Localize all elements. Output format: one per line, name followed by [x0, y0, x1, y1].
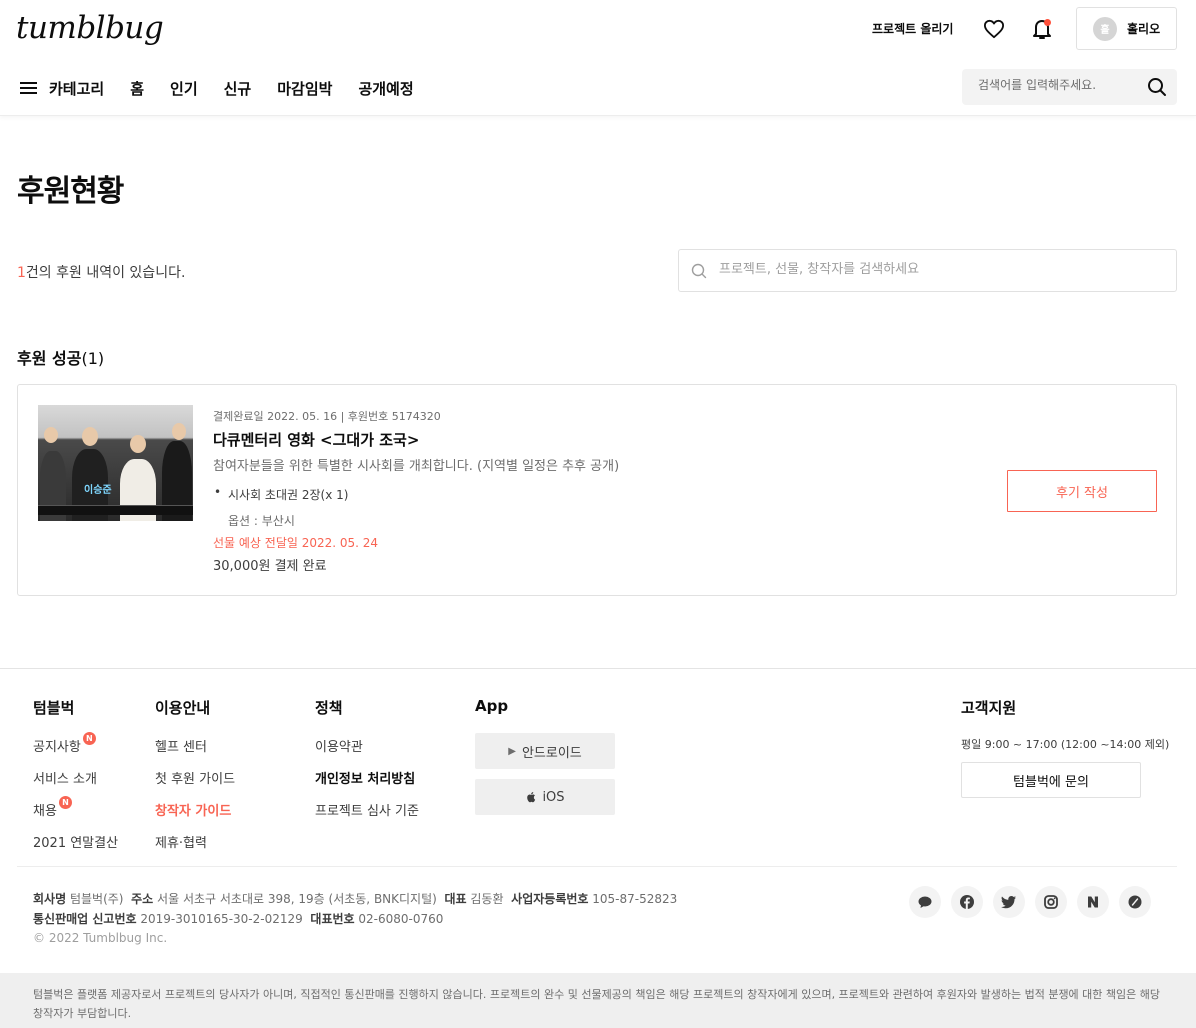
project-thumbnail[interactable]: 이승준: [38, 405, 193, 521]
reward-option: 옵션 : 부산시: [228, 514, 295, 528]
notification-button[interactable]: [1031, 17, 1053, 41]
play-icon: ▶: [508, 745, 516, 757]
nav-home[interactable]: 홈: [130, 78, 144, 99]
legal-disclaimer: 텀블벅은 플랫폼 제공자로서 프로젝트의 당사자가 아니며, 직접적인 통신판매…: [0, 973, 1196, 1028]
section-title: 후원 성공(1): [17, 345, 104, 369]
delivery-date: 선물 예상 전달일 2022. 05. 24: [213, 536, 379, 550]
new-badge: N: [58, 796, 72, 809]
section-count: (1): [81, 349, 105, 368]
footer-col-tumblbug: 텀블벅 공지사항N 서비스 소개 채용N 2021 연말결산: [33, 697, 118, 864]
naver-icon[interactable]: [1077, 886, 1109, 918]
pledge-card[interactable]: 이승준 결제완료일 2022. 05. 16 | 후원번호 5174320 다큐…: [17, 384, 1177, 596]
footer-link-about[interactable]: 서비스 소개: [33, 768, 118, 800]
profile-button[interactable]: 홀 홀리오: [1076, 7, 1177, 50]
footer-link-help-center[interactable]: 헬프 센터: [155, 736, 235, 768]
footer-col-support: 고객지원 평일 9:00 ~ 17:00 (12:00 ~14:00 제외) 텀…: [961, 697, 1169, 798]
footer-link-privacy[interactable]: 개인정보 처리방침: [315, 768, 419, 800]
footer-col-title: App: [475, 697, 509, 715]
pledge-count-number: 1: [17, 265, 26, 281]
footer-col-policy: 정책 이용약관 개인정보 처리방침 프로젝트 심사 기준: [315, 697, 419, 832]
copyright: © 2022 Tumblbug Inc.: [33, 931, 168, 945]
instagram-icon[interactable]: [1035, 886, 1067, 918]
support-hours: 평일 9:00 ~ 17:00 (12:00 ~14:00 제외): [961, 738, 1170, 751]
footer-link-year-end[interactable]: 2021 연말결산: [33, 832, 118, 864]
header: tumblbug 프로젝트 올리기 홀 홀리오 카테고리 홈 인기 신규 마감임…: [0, 0, 1196, 116]
project-title[interactable]: 다큐멘터리 영화 <그대가 조국>: [213, 429, 419, 450]
footer-link-careers[interactable]: 채용N: [33, 796, 118, 832]
footer-col-title: 이용안내: [155, 699, 211, 717]
nav-coming-soon[interactable]: 공개예정: [358, 78, 413, 99]
apple-icon: [527, 791, 536, 803]
write-review-button[interactable]: 후기 작성: [1007, 470, 1157, 512]
twitter-icon[interactable]: [993, 886, 1025, 918]
pledge-search-input[interactable]: [719, 262, 1159, 277]
section-title-label: 후원 성공: [17, 349, 82, 368]
search-icon[interactable]: [1147, 77, 1167, 97]
search-icon: [691, 263, 707, 279]
nav-popular[interactable]: 인기: [170, 78, 198, 99]
pledge-count-suffix: 건의 후원 내역이 있습니다.: [25, 265, 186, 281]
main-nav: 카테고리 홈 인기 신규 마감임박 공개예정: [20, 74, 440, 102]
profile-name: 홀리오: [1127, 22, 1161, 36]
pledge-count-text: 1건의 후원 내역이 있습니다.: [17, 262, 185, 282]
nav-new[interactable]: 신규: [224, 78, 252, 99]
contact-button[interactable]: 텀블벅에 문의: [961, 762, 1141, 798]
footer-link-partnership[interactable]: 제휴·협력: [155, 832, 235, 864]
notification-dot: [1044, 19, 1051, 26]
footer-col-guide: 이용안내 헬프 센터 첫 후원 가이드 창작자 가이드 제휴·협력: [155, 697, 235, 864]
facebook-icon[interactable]: [951, 886, 983, 918]
android-app-button[interactable]: ▶ 안드로이드: [475, 733, 615, 769]
new-badge: N: [82, 732, 96, 745]
reward-item: 시사회 초대권 2장(x 1): [214, 485, 349, 503]
header-search-input[interactable]: [978, 78, 1138, 92]
project-description: 참여자분들을 위한 특별한 시사회를 개최합니다. (지역별 일정은 추후 공개…: [213, 459, 620, 474]
social-links: [909, 886, 1151, 918]
blog-icon[interactable]: [1119, 886, 1151, 918]
footer-col-title: 정책: [315, 699, 343, 717]
hamburger-icon[interactable]: [20, 81, 37, 95]
footer-divider: [17, 866, 1177, 867]
footer-link-review-criteria[interactable]: 프로젝트 심사 기준: [315, 800, 419, 832]
heart-icon[interactable]: [983, 19, 1005, 39]
nav-category[interactable]: 카테고리: [49, 78, 104, 99]
nav-closing-soon[interactable]: 마감임박: [277, 78, 332, 99]
footer-col-app: App ▶ 안드로이드 iOS: [475, 697, 615, 825]
header-search: [962, 69, 1177, 105]
upload-project-link[interactable]: 프로젝트 올리기: [872, 20, 953, 37]
company-info: 회사명 텀블벅(주) 주소 서울 서초구 서초대로 398, 19층 (서초동,…: [33, 892, 678, 926]
pledge-search: [678, 249, 1177, 292]
footer-link-notice[interactable]: 공지사항N: [33, 732, 118, 768]
footer-col-title: 고객지원: [961, 699, 1017, 717]
footer-link-first-pledge-guide[interactable]: 첫 후원 가이드: [155, 768, 235, 800]
footer-link-creator-guide[interactable]: 창작자 가이드: [155, 800, 235, 832]
payment-status: 30,000원 결제 완료: [213, 559, 327, 574]
avatar: 홀: [1093, 16, 1117, 41]
payment-meta: 결제완료일 2022. 05. 16 | 후원번호 5174320: [213, 410, 441, 423]
ios-app-button[interactable]: iOS: [475, 779, 615, 815]
footer-col-title: 텀블벅: [33, 699, 75, 717]
logo[interactable]: tumblbug: [16, 10, 164, 46]
footer: 텀블벅 공지사항N 서비스 소개 채용N 2021 연말결산 이용안내 헬프 센…: [0, 668, 1196, 1028]
chat-icon[interactable]: [909, 886, 941, 918]
thumbnail-name-tag: 이승준: [84, 485, 112, 496]
footer-link-terms[interactable]: 이용약관: [315, 736, 419, 768]
page-title: 후원현황: [17, 174, 124, 209]
